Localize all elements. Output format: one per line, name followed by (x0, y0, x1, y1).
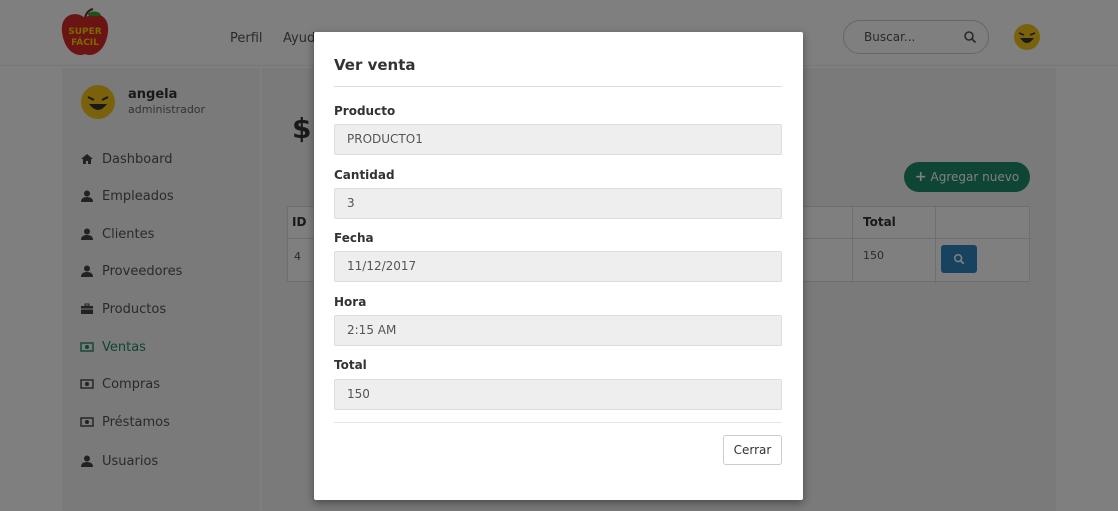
fecha-field[interactable]: 11/12/2017 (334, 251, 782, 282)
field-label-hora: Hora (334, 295, 367, 309)
modal-footer-divider (334, 422, 782, 423)
field-label-cantidad: Cantidad (334, 168, 395, 182)
field-label-producto: Producto (334, 104, 396, 118)
field-label-total: Total (334, 358, 367, 372)
cantidad-field[interactable]: 3 (334, 188, 782, 219)
field-label-fecha: Fecha (334, 231, 374, 245)
producto-field[interactable]: PRODUCTO1 (334, 124, 782, 155)
modal-header-divider (334, 86, 782, 87)
total-field[interactable]: 150 (334, 379, 782, 410)
view-sale-modal: Ver venta Producto PRODUCTO1 Cantidad 3 … (314, 32, 803, 500)
close-button[interactable]: Cerrar (723, 435, 782, 465)
modal-title: Ver venta (334, 56, 416, 74)
hora-field[interactable]: 2:15 AM (334, 315, 782, 346)
